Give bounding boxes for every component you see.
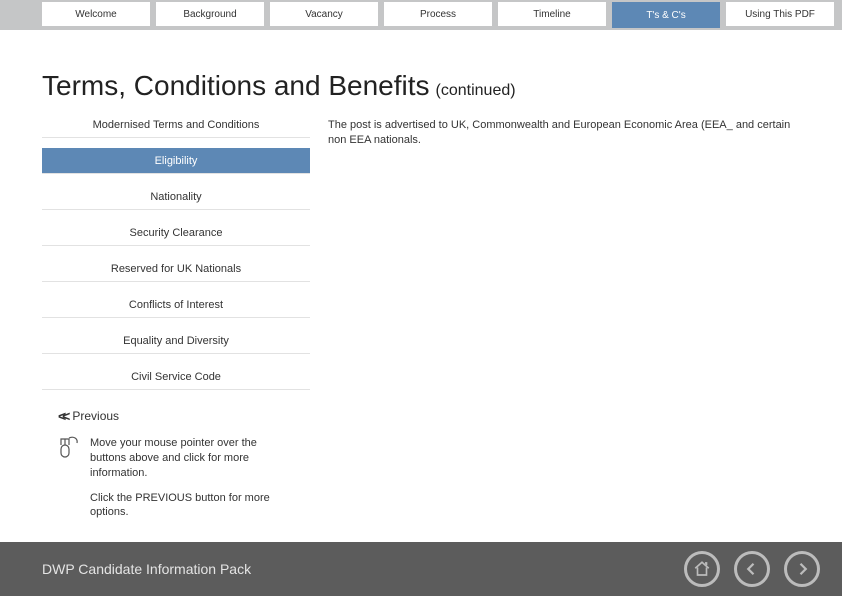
hint-p2: Click the PREVIOUS button for more optio… xyxy=(90,491,288,521)
back-button[interactable] xyxy=(734,551,770,587)
side-item-eligibility[interactable]: Eligibility xyxy=(42,148,310,174)
body-text: The post is advertised to UK, Commonweal… xyxy=(328,112,798,148)
side-item-label: Nationality xyxy=(150,191,201,203)
tab-using-pdf[interactable]: Using This PDF xyxy=(726,2,834,26)
side-item-label: Security Clearance xyxy=(130,227,223,239)
side-panel: Modernised Terms and Conditions Eligibil… xyxy=(42,112,310,400)
tab-label: T's & C's xyxy=(646,10,685,21)
footer-title: DWP Candidate Information Pack xyxy=(42,561,251,577)
footer-icons xyxy=(684,551,820,587)
side-item-equality[interactable]: Equality and Diversity xyxy=(42,328,310,354)
side-item-label: Modernised Terms and Conditions xyxy=(93,119,260,131)
tab-background[interactable]: Background xyxy=(156,2,264,26)
hint-p1: Move your mouse pointer over the buttons… xyxy=(90,436,288,481)
top-tab-bar: Welcome Background Vacancy Process Timel… xyxy=(0,0,842,30)
side-item-label: Eligibility xyxy=(155,155,198,167)
side-item-civil[interactable]: Civil Service Code xyxy=(42,364,310,390)
tab-label: Vacancy xyxy=(305,9,343,20)
content-row: Modernised Terms and Conditions Eligibil… xyxy=(0,112,842,400)
mouse-pointer-icon xyxy=(58,436,80,462)
tab-welcome[interactable]: Welcome xyxy=(42,2,150,26)
side-item-nationality[interactable]: Nationality xyxy=(42,184,310,210)
page-heading-row: Terms, Conditions and Benefits (continue… xyxy=(42,70,842,102)
home-button[interactable] xyxy=(684,551,720,587)
forward-button[interactable] xyxy=(784,551,820,587)
tab-process[interactable]: Process xyxy=(384,2,492,26)
tab-timeline[interactable]: Timeline xyxy=(498,2,606,26)
side-item-label: Civil Service Code xyxy=(131,371,221,383)
tab-label: Background xyxy=(183,9,236,20)
previous-label: Previous xyxy=(72,409,119,423)
hint-text: Move your mouse pointer over the buttons… xyxy=(90,436,288,530)
tab-vacancy[interactable]: Vacancy xyxy=(270,2,378,26)
page-subtitle: (continued) xyxy=(436,82,516,100)
arrow-right-icon xyxy=(793,560,811,578)
previous-button[interactable]: << Previous xyxy=(58,408,842,424)
arrow-left-icon xyxy=(743,560,761,578)
side-item-security[interactable]: Security Clearance xyxy=(42,220,310,246)
tab-label: Process xyxy=(420,9,456,20)
hint-block: Move your mouse pointer over the buttons… xyxy=(58,436,288,530)
home-icon xyxy=(693,560,711,578)
side-item-reserved[interactable]: Reserved for UK Nationals xyxy=(42,256,310,282)
tab-tcs[interactable]: T's & C's xyxy=(612,2,720,28)
side-item-label: Equality and Diversity xyxy=(123,335,229,347)
tab-label: Welcome xyxy=(75,9,117,20)
page-title: Terms, Conditions and Benefits xyxy=(42,70,430,102)
side-item-label: Reserved for UK Nationals xyxy=(111,263,241,275)
side-item-conflicts[interactable]: Conflicts of Interest xyxy=(42,292,310,318)
tab-label: Timeline xyxy=(533,9,570,20)
tab-label: Using This PDF xyxy=(745,9,815,20)
side-item-label: Conflicts of Interest xyxy=(129,299,223,311)
footer-bar: DWP Candidate Information Pack xyxy=(0,542,842,596)
side-item-modernised[interactable]: Modernised Terms and Conditions xyxy=(42,112,310,138)
chevron-left-icon: << xyxy=(58,408,66,424)
